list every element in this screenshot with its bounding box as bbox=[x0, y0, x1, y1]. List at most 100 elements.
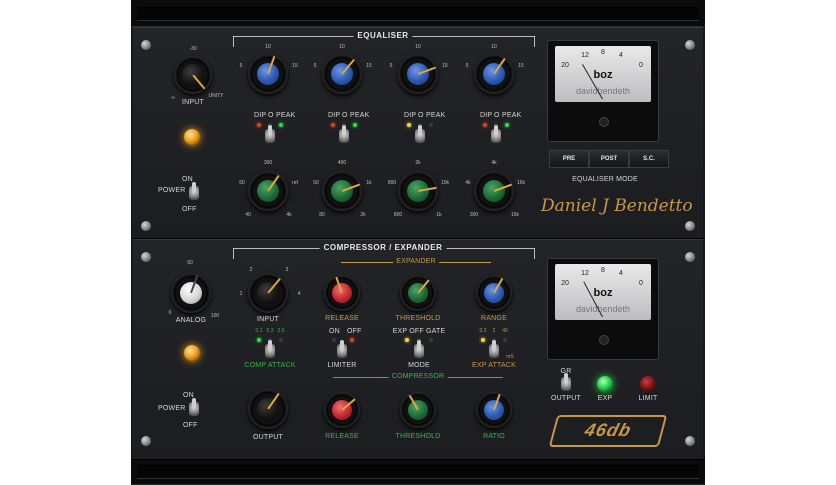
meter-scale-0: 0 bbox=[639, 62, 643, 69]
band3-peak-led bbox=[429, 123, 433, 127]
band1-dip-label: DIP bbox=[254, 112, 267, 119]
eq-band1-gain-knob[interactable] bbox=[248, 54, 288, 94]
comp-ratio-label: RATIO bbox=[483, 433, 505, 440]
band3-freq-top: 2k bbox=[415, 160, 421, 166]
eq-band3-gain-knob[interactable] bbox=[398, 54, 438, 94]
eq-band3-freq-knob[interactable] bbox=[398, 171, 438, 211]
eq-band2-gain-knob[interactable] bbox=[322, 54, 362, 94]
meter-output-switch[interactable] bbox=[561, 373, 571, 391]
band4-freq-br: 16k bbox=[510, 212, 520, 218]
analog-knob[interactable] bbox=[171, 273, 211, 313]
meter-scale-12: 12 bbox=[581, 52, 589, 59]
brand-badge: 46db bbox=[548, 415, 668, 447]
exp-attack-switch[interactable] bbox=[489, 340, 499, 358]
screw-icon bbox=[141, 221, 151, 231]
eq-mode-pre-button[interactable]: PRE bbox=[549, 150, 589, 168]
band4-o-label: O bbox=[494, 112, 500, 119]
band4-peak-label: PEAK bbox=[502, 112, 522, 119]
exp-release-knob[interactable] bbox=[324, 275, 360, 311]
band1-freq-bl: 40 bbox=[245, 212, 251, 218]
eq-mode-sc-button[interactable]: S.C. bbox=[629, 150, 669, 168]
screw-icon bbox=[685, 436, 695, 446]
output-knob[interactable] bbox=[248, 389, 288, 429]
band1-gain-tick-l: 5 bbox=[239, 63, 243, 69]
band3-mode-switch[interactable] bbox=[415, 125, 425, 143]
band2-freq-l: 50 bbox=[313, 180, 319, 186]
comp-power-off-label: OFF bbox=[183, 422, 198, 429]
band3-o-label: O bbox=[418, 112, 424, 119]
comp-input-tick-3: 3 bbox=[285, 267, 289, 273]
comp-attack-tick-1: 0.1 bbox=[255, 328, 263, 334]
comp-attack-tick-3: 2.5 bbox=[277, 328, 285, 334]
bottom-rack-strip bbox=[131, 458, 705, 485]
eq-input-label: INPUT bbox=[182, 99, 204, 106]
band2-gain-tick-r: 15 bbox=[366, 63, 372, 69]
band3-dip-label: DIP bbox=[404, 112, 417, 119]
limiter-off-led bbox=[350, 338, 354, 342]
exp-attack-led-3 bbox=[503, 338, 507, 342]
eq-band2-freq-knob[interactable] bbox=[322, 171, 362, 211]
output-label: OUTPUT bbox=[253, 434, 283, 441]
screw-icon bbox=[685, 221, 695, 231]
exp-attack-tick-1: 0.2 bbox=[479, 328, 487, 334]
eq-power-on-label: ON bbox=[182, 176, 193, 183]
equaliser-panel: EQUALISER -30 UNITY ∞ INPUT ON POWER OFF… bbox=[133, 27, 703, 239]
mode-switch[interactable] bbox=[414, 340, 424, 358]
band3-gain-tick-l: 5 bbox=[389, 63, 393, 69]
limiter-switch[interactable] bbox=[337, 340, 347, 358]
exp-threshold-knob[interactable] bbox=[400, 275, 436, 311]
eq-power-switch[interactable] bbox=[189, 182, 199, 200]
comp-release-knob[interactable] bbox=[324, 392, 360, 428]
screw-icon bbox=[141, 436, 151, 446]
eq-input-knob[interactable] bbox=[174, 56, 212, 94]
band2-freq-top: 400 bbox=[337, 160, 347, 166]
band3-dip-led bbox=[407, 123, 411, 127]
eq-power-led bbox=[184, 129, 200, 145]
eq-band4-freq-knob[interactable] bbox=[474, 171, 514, 211]
exp-range-knob[interactable] bbox=[476, 275, 512, 311]
exp-attack-tick-3: 40 bbox=[502, 328, 508, 334]
eq-band1-freq-knob[interactable] bbox=[248, 171, 288, 211]
comp-input-knob[interactable] bbox=[248, 273, 288, 313]
comp-attack-switch[interactable] bbox=[265, 340, 275, 358]
band2-peak-label: PEAK bbox=[350, 112, 370, 119]
limit-led-label: LIMIT bbox=[638, 395, 658, 402]
exp-release-label: RELEASE bbox=[325, 315, 359, 322]
band4-freq-top: 4k bbox=[491, 160, 497, 166]
comp-power-switch[interactable] bbox=[189, 398, 199, 416]
compressor-title: COMPRESSOR / EXPANDER bbox=[319, 243, 447, 252]
band1-mode-switch[interactable] bbox=[265, 125, 275, 143]
band1-o-label: O bbox=[268, 112, 274, 119]
exp-led-label: EXP bbox=[597, 395, 613, 402]
band4-gain-tick-r: 15 bbox=[518, 63, 524, 69]
band2-mode-switch[interactable] bbox=[339, 125, 349, 143]
compressor-panel: COMPRESSOR / EXPANDER EXPANDER 50 0 100 … bbox=[133, 239, 703, 460]
comp-attack-led-1 bbox=[257, 338, 261, 342]
eq-mode-post-button[interactable]: POST bbox=[589, 150, 629, 168]
band3-gain-tick: 10 bbox=[415, 44, 421, 50]
band2-gain-tick-l: 5 bbox=[313, 63, 317, 69]
comp-ratio-knob[interactable] bbox=[476, 392, 512, 428]
band3-peak-label: PEAK bbox=[426, 112, 446, 119]
vu-meter-icon: 20 12 8 4 0 boz davidbendeth bbox=[547, 258, 659, 360]
limit-led bbox=[640, 376, 656, 392]
band4-mode-switch[interactable] bbox=[491, 125, 501, 143]
meter2-adjust-screw bbox=[599, 335, 609, 345]
exp-attack-tick-2: 2 bbox=[492, 328, 496, 334]
comp-threshold-knob[interactable] bbox=[400, 392, 436, 428]
band1-dip-led bbox=[257, 123, 261, 127]
band2-gain-tick: 10 bbox=[339, 44, 345, 50]
eq-band4-gain-knob[interactable] bbox=[474, 54, 514, 94]
band1-peak-label: PEAK bbox=[276, 112, 296, 119]
comp-input-tick-1: 1 bbox=[239, 291, 243, 297]
meter-maker: davidbendeth bbox=[575, 86, 631, 96]
limiter-on-led bbox=[332, 338, 336, 342]
band2-dip-led bbox=[331, 123, 335, 127]
band3-freq-l: 800 bbox=[387, 180, 397, 186]
eq-mode-label: EQUALISER MODE bbox=[572, 176, 638, 183]
meter2-maker: davidbendeth bbox=[575, 304, 631, 314]
compressor-section-title: COMPRESSOR bbox=[388, 373, 448, 380]
band1-peak-led bbox=[279, 123, 283, 127]
expander-title: EXPANDER bbox=[393, 258, 439, 265]
screw-icon bbox=[141, 252, 151, 262]
